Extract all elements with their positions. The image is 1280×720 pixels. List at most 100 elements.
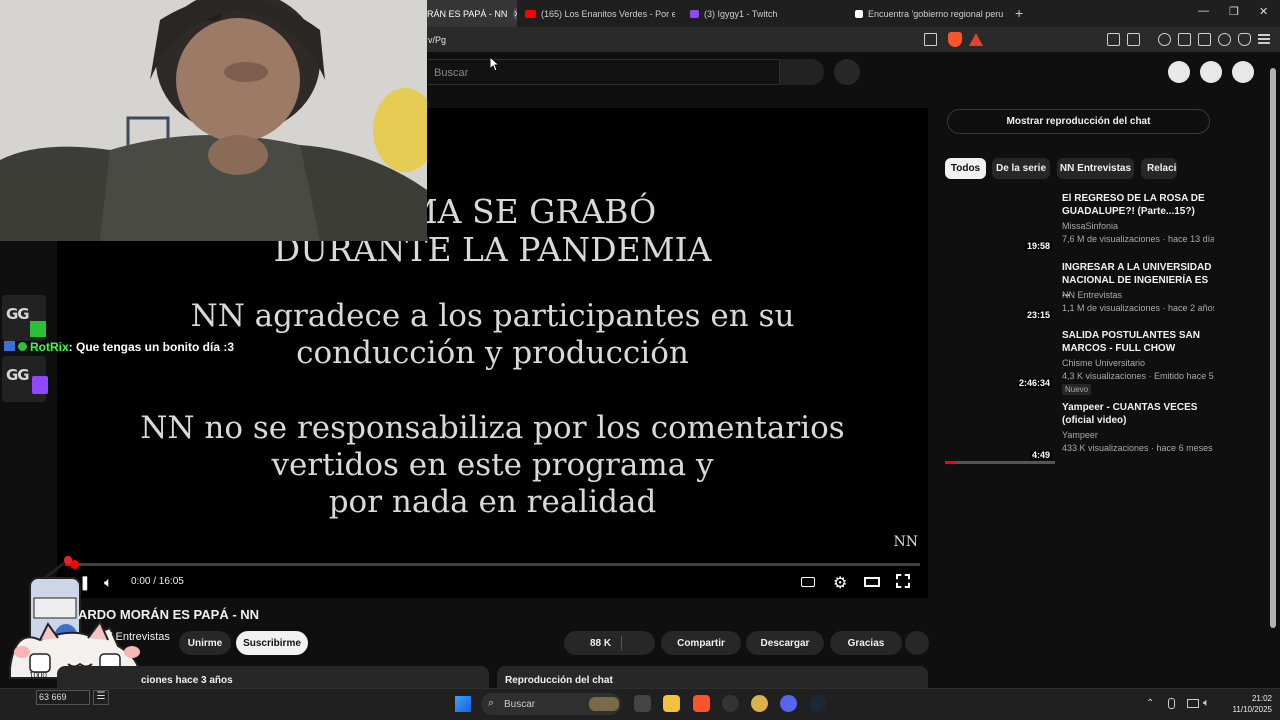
twitch-icon	[32, 376, 48, 394]
chat-username: RotRix	[30, 340, 69, 354]
badge-icon	[4, 341, 15, 351]
recommendation-channel[interactable]: NN Entrevistas	[1062, 290, 1122, 300]
brave-rewards-icon[interactable]	[969, 33, 983, 46]
share-button[interactable]: Compartir	[661, 631, 741, 655]
wallet-icon[interactable]	[1198, 33, 1211, 46]
video-thumbnail[interactable]: 23:15	[945, 261, 1055, 323]
chip-relacionados[interactable]: Relacio	[1141, 158, 1177, 179]
notifications-button[interactable]	[1200, 61, 1222, 83]
menu-icon[interactable]	[1258, 34, 1270, 44]
video-title: ARDO MORÁN ES PAPÁ - NN	[78, 607, 260, 622]
system-clock[interactable]: 21:02 11/10/2025	[1222, 693, 1272, 715]
search-button[interactable]	[780, 59, 824, 85]
task-view-icon[interactable]	[634, 695, 651, 712]
recommendation-channel[interactable]: Chisme Universitario	[1062, 358, 1145, 368]
recommendation-item[interactable]: 23:15 INGRESAR A LA UNIVERSIDAD NACIONAL…	[945, 261, 1215, 325]
verified-icon	[18, 342, 27, 351]
recommendation-item[interactable]: 19:58 El REGRESO DE LA ROSA DE GUADALUPE…	[945, 192, 1215, 256]
description-box[interactable]	[57, 666, 489, 690]
tab-title: (3) Igygy1 - Twitch	[704, 8, 778, 19]
download-button[interactable]: Descargar	[746, 631, 824, 655]
file-explorer-icon[interactable]	[663, 695, 680, 712]
app-icon[interactable]	[751, 695, 768, 712]
url-text[interactable]: v/Pg	[428, 35, 446, 45]
like-button[interactable]: 88 K	[564, 631, 655, 655]
leo-ai-icon[interactable]	[1218, 33, 1231, 46]
watched-progress-bar	[945, 461, 1055, 464]
windows-start-icon[interactable]	[455, 696, 471, 712]
join-button[interactable]: Unirme	[179, 631, 231, 655]
page-scrollbar[interactable]	[1270, 68, 1276, 628]
close-window-button[interactable]: ✕	[1259, 5, 1268, 18]
fullscreen-icon[interactable]	[896, 574, 910, 588]
webcam-overlay	[0, 0, 427, 241]
tab-title: Encuentra 'gobierno regional peru' e	[868, 8, 1003, 19]
show-chat-replay-button[interactable]: Mostrar reproducción del chat	[947, 109, 1210, 134]
watched-progress-fill	[945, 461, 956, 464]
chevron-up-icon[interactable]: ⌃	[1146, 698, 1154, 709]
steam-icon[interactable]	[809, 695, 826, 712]
create-button[interactable]	[1168, 61, 1190, 83]
search-input[interactable]: Buscar	[428, 59, 780, 85]
extensions-icon[interactable]	[1107, 33, 1120, 46]
video-thumbnail[interactable]: 19:58	[945, 192, 1055, 254]
network-icon[interactable]	[1187, 699, 1199, 708]
video-thumbnail[interactable]: 2:46:34	[945, 329, 1055, 391]
minimize-button[interactable]: —	[1198, 5, 1209, 17]
description-meta: ciones hace 3 años	[141, 675, 233, 686]
thanks-button[interactable]: Gracias	[830, 631, 902, 655]
recommendation-title[interactable]: El REGRESO DE LA ROSA DE GUADALUPE?! (Pa…	[1062, 192, 1214, 218]
avatar[interactable]	[1232, 61, 1254, 83]
search-icon: ⌕	[488, 697, 495, 709]
channel-name[interactable]: l Entrevistas	[110, 631, 170, 643]
recommendation-item[interactable]: 4:49 Yampeer - CUANTAS VECES (oficial vi…	[945, 401, 1215, 465]
recommendation-title[interactable]: Yampeer - CUANTAS VECES (oficial video)	[1062, 401, 1214, 427]
music-icon[interactable]	[1158, 33, 1171, 46]
vpn-shield-icon[interactable]	[1238, 33, 1251, 46]
chip-nn-entrevistas[interactable]: NN Entrevistas	[1057, 158, 1134, 179]
subtitles-icon[interactable]	[801, 577, 815, 587]
sidebar-icon[interactable]	[1178, 33, 1191, 46]
tab-active[interactable]: RÁN ES PAPÁ - NN ✕	[427, 0, 517, 27]
search-highlight-icon	[589, 697, 619, 711]
obs-icon[interactable]	[722, 695, 739, 712]
maximize-button[interactable]: ❐	[1229, 5, 1239, 18]
tab-tiktok[interactable]: Encuentra 'gobierno regional peru' e	[855, 0, 1003, 27]
recommendation-channel[interactable]: MissaSinfonia	[1062, 221, 1118, 231]
hamburger-icon[interactable]: ☰	[93, 690, 109, 705]
theater-mode-icon[interactable]	[864, 577, 880, 587]
settings-gear-icon[interactable]: ⚙	[833, 573, 847, 593]
recommendation-item[interactable]: 2:46:34 SALIDA POSTULANTES SAN MARCOS - …	[945, 329, 1215, 395]
close-tab-icon[interactable]: ✕	[513, 7, 517, 20]
recommendation-title[interactable]: SALIDA POSTULANTES SAN MARCOS - FULL CHO…	[1062, 329, 1214, 355]
speaker-icon[interactable]: 🔈︎	[1203, 697, 1210, 710]
gg-emote-label: GG	[6, 366, 30, 384]
taskbar-search[interactable]	[481, 693, 621, 715]
subscribe-button[interactable]: Suscribirme	[236, 631, 308, 655]
stream-chat-message: RotRix: Que tengas un bonito día :3	[4, 340, 234, 354]
new-badge: Nuevo	[1062, 384, 1092, 395]
discord-icon[interactable]	[780, 695, 797, 712]
brave-browser-icon[interactable]	[693, 695, 710, 712]
chip-de-la-serie[interactable]: De la serie	[992, 158, 1050, 179]
screenshot-icon[interactable]	[1127, 33, 1140, 46]
brave-shield-icon[interactable]	[948, 32, 962, 47]
like-count: 88 K	[590, 637, 612, 649]
microphone-icon[interactable]	[1168, 698, 1175, 709]
tab-twitch[interactable]: (3) Igygy1 - Twitch	[690, 0, 840, 27]
counter-left: 1000	[29, 671, 47, 680]
cast-icon[interactable]	[924, 33, 937, 46]
gg-emote: GG	[2, 356, 48, 402]
gg-emote: GG	[2, 295, 46, 341]
recommendation-channel[interactable]: Yampeer	[1062, 430, 1098, 440]
new-tab-button[interactable]: +	[1015, 5, 1023, 21]
recommendation-meta: 433 K visualizaciones · hace 6 meses	[1062, 443, 1213, 453]
tab-enanitos[interactable]: (165) Los Enanitos Verdes - Por el Re	[525, 0, 675, 27]
voice-search-button[interactable]	[834, 59, 860, 85]
more-actions-button[interactable]	[905, 631, 929, 655]
gg-emote-label: GG	[6, 305, 30, 323]
chip-todos[interactable]: Todos	[945, 158, 986, 179]
video-thumbnail[interactable]: 4:49	[945, 401, 1055, 463]
video-duration: 23:15	[1024, 310, 1052, 320]
progress-bar[interactable]	[65, 563, 920, 566]
